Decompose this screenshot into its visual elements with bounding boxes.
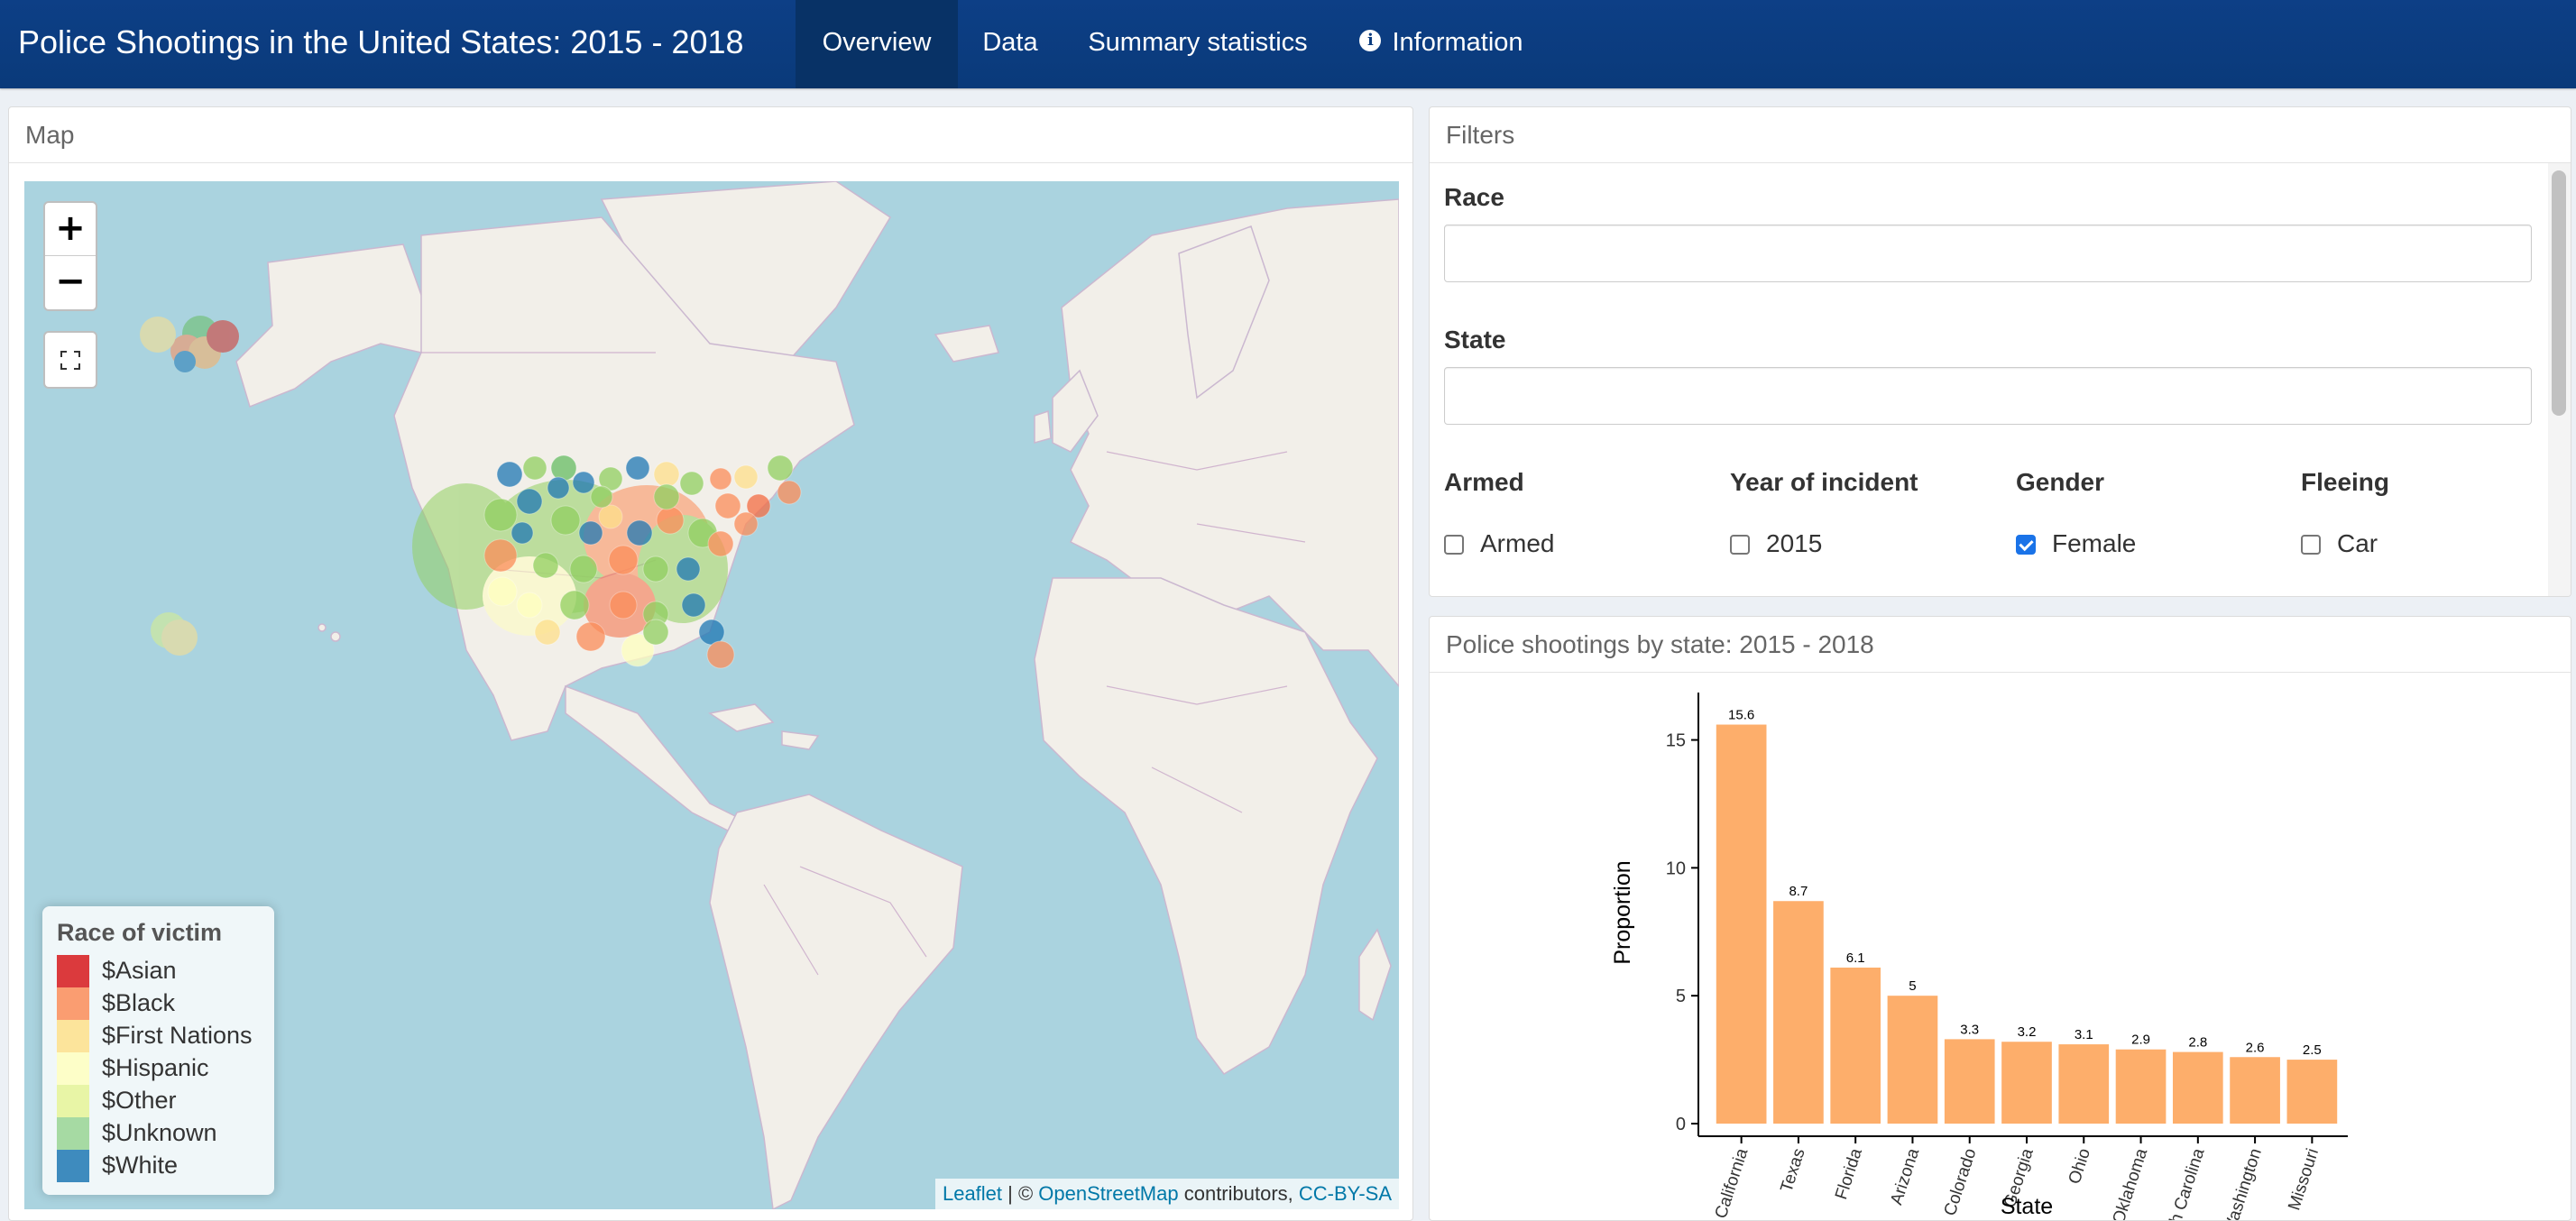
x-tick-label: Washington xyxy=(2220,1146,2266,1221)
bar-oklahoma xyxy=(2115,1049,2167,1124)
chart-panel: Police shootings by state: 2015 - 2018 0… xyxy=(1429,616,2571,1221)
bar-arizona xyxy=(1887,996,1938,1124)
openstreetmap-link[interactable]: OpenStreetMap xyxy=(1038,1182,1178,1205)
bar-value-label: 15.6 xyxy=(1728,708,1754,723)
tab-overview[interactable]: Overview xyxy=(796,0,958,88)
map-attribution: Leaflet | © OpenStreetMap contributors, … xyxy=(934,1179,1399,1209)
filters-vertical-scroll-thumb[interactable] xyxy=(2552,170,2566,416)
x-tick-label: Florida xyxy=(1832,1146,1866,1202)
top-navbar: Police Shootings in the United States: 2… xyxy=(0,0,2576,88)
armed-checkbox[interactable] xyxy=(1444,535,1464,555)
tab-summary-statistics[interactable]: Summary statistics xyxy=(1063,0,1333,88)
map-canvas[interactable]: + − Race of victim $Asian $Black $First … xyxy=(24,181,1399,1209)
legend-label: $First Nations xyxy=(102,1022,253,1049)
map-panel: Map + − Race of victim $Asian $Black $Fi… xyxy=(8,106,1413,1221)
legend-swatch xyxy=(57,955,89,987)
female-option-label: Female xyxy=(2052,529,2137,557)
legend-label: $Black xyxy=(102,989,176,1016)
map-panel-header: Map xyxy=(9,107,1412,163)
tab-data[interactable]: Data xyxy=(958,0,1063,88)
bar-georgia xyxy=(2001,1042,2052,1124)
bar-washington xyxy=(2230,1057,2280,1124)
bar-florida xyxy=(1830,967,1881,1124)
filters-panel: Filters Race State Armed Armed Year of i… xyxy=(1429,106,2571,597)
car-option-label: Car xyxy=(2337,529,2378,557)
x-tick-label: Oklahoma xyxy=(2110,1146,2152,1221)
zoom-out-button[interactable]: − xyxy=(45,256,96,308)
y-tick-label: 5 xyxy=(1676,987,1686,1006)
bar-value-label: 2.8 xyxy=(2188,1035,2207,1051)
armed-group-label: Armed xyxy=(1444,468,1524,496)
license-link[interactable]: CC-BY-SA xyxy=(1299,1182,1392,1205)
attribution-contributors: contributors, xyxy=(1178,1182,1299,1205)
legend-swatch xyxy=(57,1085,89,1117)
x-axis-title: State xyxy=(2001,1194,2053,1219)
bar-california xyxy=(1716,724,1767,1124)
bar-value-label: 3.1 xyxy=(2075,1027,2093,1042)
state-filter-label: State xyxy=(1444,326,1506,353)
bar-value-label: 6.1 xyxy=(1846,950,1865,966)
car-checkbox[interactable] xyxy=(2301,535,2321,555)
legend-label: $Hispanic xyxy=(102,1054,209,1081)
race-filter-input[interactable] xyxy=(1444,225,2532,282)
x-tick-label: North Carolina xyxy=(2157,1146,2209,1221)
legend-swatch xyxy=(57,987,89,1020)
bar-value-label: 3.2 xyxy=(2018,1024,2037,1040)
legend-swatch xyxy=(57,1052,89,1085)
x-tick-label: California xyxy=(1712,1146,1753,1221)
legend-swatch xyxy=(57,1117,89,1150)
legend-label: $Other xyxy=(102,1087,177,1114)
female-checkbox[interactable] xyxy=(2016,535,2036,555)
legend-title: Race of victim xyxy=(57,919,223,946)
bar-value-label: 5 xyxy=(1909,978,1916,994)
year-2015-option-label: 2015 xyxy=(1766,529,1823,557)
app-title: Police Shootings in the United States: 2… xyxy=(18,23,744,60)
y-tick-label: 10 xyxy=(1666,858,1686,878)
state-bar-chart: 0 5 10 15 Proportion 15.6 California 8.7 Texas 6.… xyxy=(1610,693,2348,1221)
bar-value-label: 2.5 xyxy=(2303,1042,2322,1058)
legend-label: $Unknown xyxy=(102,1119,217,1146)
bar-value-label: 2.6 xyxy=(2246,1040,2265,1055)
attribution-separator: | © xyxy=(1002,1182,1039,1205)
gender-group-label: Gender xyxy=(2016,468,2105,496)
y-axis-title: Proportion xyxy=(1610,860,1635,964)
race-legend: Race of victim $Asian $Black $First Nati… xyxy=(42,906,274,1195)
state-filter-input[interactable] xyxy=(1444,367,2532,425)
x-tick-label: Ohio xyxy=(2065,1146,2094,1187)
info-circle-icon: i xyxy=(1359,30,1382,52)
x-tick-label: Texas xyxy=(1777,1146,1808,1195)
legend-swatch xyxy=(57,1150,89,1182)
filters-panel-header: Filters xyxy=(1430,107,2571,163)
bar-north-carolina xyxy=(2172,1051,2223,1124)
y-tick-label: 15 xyxy=(1666,731,1686,751)
bar-colorado xyxy=(1944,1039,1995,1124)
bar-texas xyxy=(1773,901,1824,1124)
x-tick-label: Arizona xyxy=(1887,1146,1923,1207)
year-2015-checkbox[interactable] xyxy=(1730,535,1750,555)
bar-ohio xyxy=(2058,1044,2110,1124)
armed-option-label: Armed xyxy=(1480,529,1555,557)
legend-label: $Asian xyxy=(102,957,177,984)
x-tick-label: Colorado xyxy=(1941,1146,1981,1218)
tab-information[interactable]: i Information xyxy=(1342,0,1541,88)
bar-missouri xyxy=(2286,1060,2338,1124)
zoom-in-button[interactable]: + xyxy=(45,203,96,255)
tab-information-label: Information xyxy=(1392,28,1523,57)
bar-value-label: 3.3 xyxy=(1960,1022,1979,1037)
fleeing-group-label: Fleeing xyxy=(2301,468,2390,496)
chart-panel-header: Police shootings by state: 2015 - 2018 xyxy=(1430,617,2571,673)
legend-label: $White xyxy=(102,1152,179,1179)
bar-value-label: 8.7 xyxy=(1789,884,1808,899)
zoom-control: + − xyxy=(43,201,97,311)
legend-swatch xyxy=(57,1020,89,1052)
fullscreen-button[interactable] xyxy=(43,331,97,389)
race-filter-label: Race xyxy=(1444,183,1504,211)
year-group-label: Year of incident xyxy=(1730,468,1918,496)
bar-value-label: 2.9 xyxy=(2131,1033,2150,1048)
y-tick-label: 0 xyxy=(1676,1115,1686,1134)
leaflet-link[interactable]: Leaflet xyxy=(943,1182,1002,1205)
x-tick-label: Missouri xyxy=(2285,1146,2323,1213)
